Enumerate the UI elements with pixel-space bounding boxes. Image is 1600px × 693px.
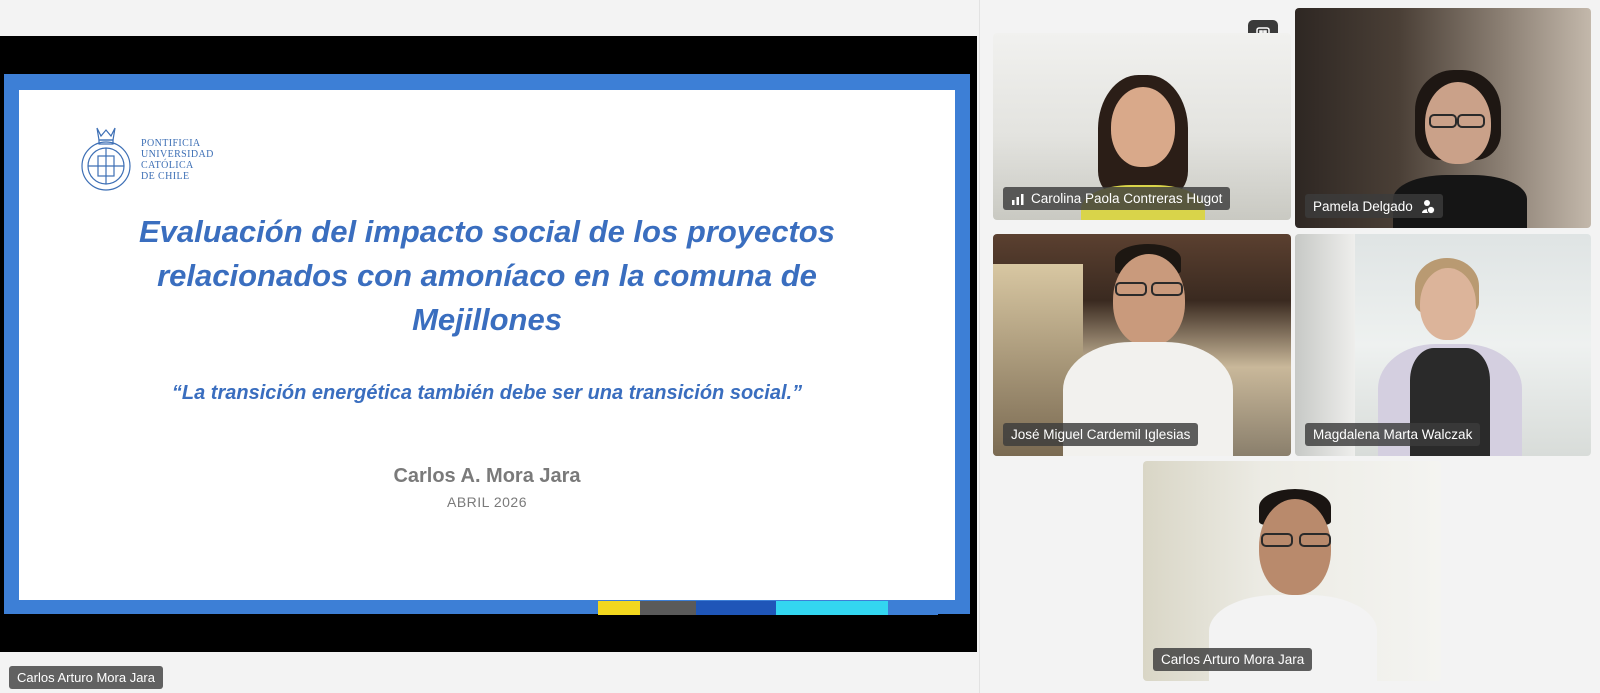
stripe-yellow bbox=[598, 601, 640, 615]
slide-quote: “La transición energética también debe s… bbox=[171, 382, 803, 404]
stripe-cyan bbox=[776, 601, 888, 615]
presentation-slide: PONTIFICIA UNIVERSIDAD CATÓLICA DE CHILE… bbox=[4, 74, 970, 615]
university-logo: PONTIFICIA UNIVERSIDAD CATÓLICA DE CHILE bbox=[79, 126, 214, 194]
slide-title: Evaluación del impacto social de los pro… bbox=[138, 214, 835, 337]
university-seal-icon bbox=[81, 127, 131, 191]
signal-bars-icon bbox=[1012, 193, 1024, 205]
raised-hand-icon bbox=[1421, 200, 1435, 214]
slide-date: ABRIL 2026 bbox=[447, 494, 527, 510]
stripe-navy bbox=[696, 601, 776, 615]
participant-name-tag: Magdalena Marta Walczak bbox=[1305, 423, 1481, 446]
participant-tile[interactable]: Pamela Delgado bbox=[1295, 8, 1591, 228]
participant-name-tag: Pamela Delgado bbox=[1305, 194, 1443, 218]
slide-author: Carlos A. Mora Jara bbox=[393, 465, 581, 487]
participant-tile[interactable]: Magdalena Marta Walczak bbox=[1295, 234, 1591, 456]
stripe-blue bbox=[888, 601, 938, 615]
presenter-name-tag: Carlos Arturo Mora Jara bbox=[9, 666, 163, 689]
stripe-gray bbox=[640, 601, 696, 615]
color-stripes bbox=[598, 601, 938, 615]
participant-tile[interactable]: Carolina Paola Contreras Hugot bbox=[993, 33, 1291, 220]
slide-content: PONTIFICIA UNIVERSIDAD CATÓLICA DE CHILE… bbox=[19, 90, 955, 600]
participant-tile[interactable]: José Miguel Cardemil Iglesias bbox=[993, 234, 1291, 456]
university-name: PONTIFICIA UNIVERSIDAD CATÓLICA DE CHILE bbox=[141, 138, 214, 182]
participant-tile[interactable]: Carlos Arturo Mora Jara bbox=[1143, 461, 1441, 681]
participant-name-tag: José Miguel Cardemil Iglesias bbox=[1003, 423, 1199, 446]
panel-divider bbox=[979, 0, 980, 693]
participant-name-tag: Carlos Arturo Mora Jara bbox=[1153, 648, 1313, 671]
participant-name-tag: Carolina Paola Contreras Hugot bbox=[1003, 187, 1231, 210]
shared-screen[interactable]: PONTIFICIA UNIVERSIDAD CATÓLICA DE CHILE… bbox=[0, 36, 977, 652]
